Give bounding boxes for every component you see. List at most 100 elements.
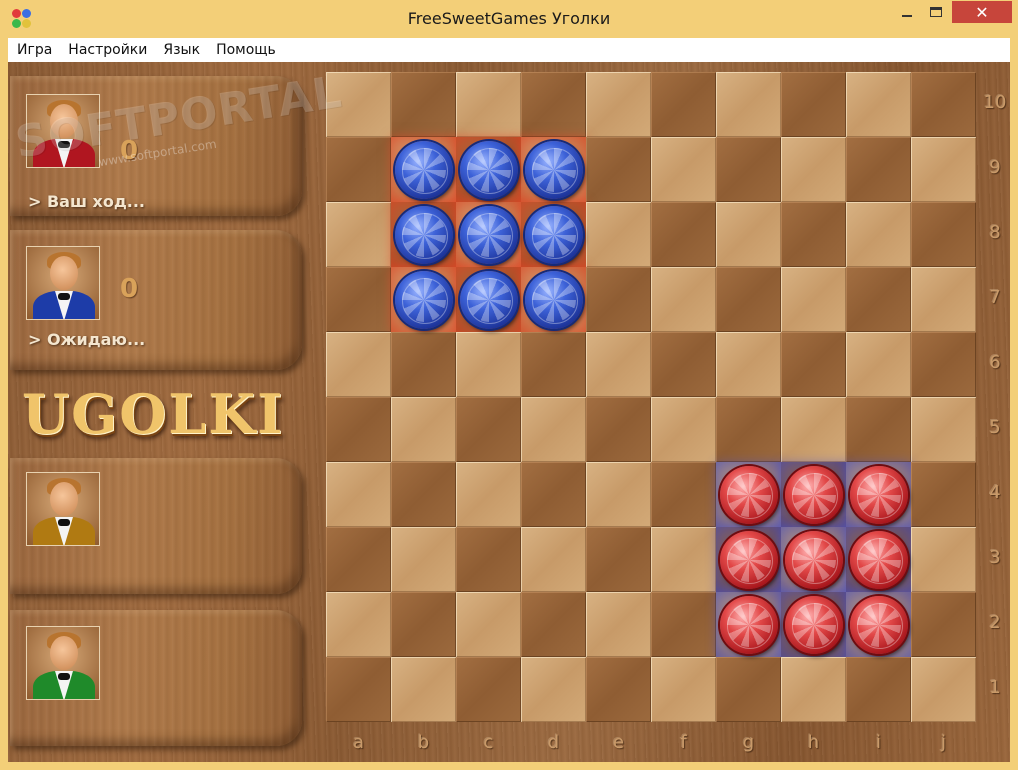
board-cell-h1[interactable] bbox=[781, 657, 846, 722]
blue-piece-b8[interactable] bbox=[394, 205, 453, 264]
menu-settings[interactable]: Настройки bbox=[59, 38, 154, 62]
board-cell-c5[interactable] bbox=[456, 397, 521, 462]
board-cell-e8[interactable] bbox=[586, 202, 651, 267]
board-cell-a9[interactable] bbox=[326, 137, 391, 202]
board-cell-j5[interactable] bbox=[911, 397, 976, 462]
board-cell-d6[interactable] bbox=[521, 332, 586, 397]
board-cell-a5[interactable] bbox=[326, 397, 391, 462]
board-cell-e7[interactable] bbox=[586, 267, 651, 332]
board-cell-e4[interactable] bbox=[586, 462, 651, 527]
board-cell-i5[interactable] bbox=[846, 397, 911, 462]
blue-piece-c7[interactable] bbox=[459, 270, 518, 329]
board-cell-e10[interactable] bbox=[586, 72, 651, 137]
board-cell-j1[interactable] bbox=[911, 657, 976, 722]
maximize-button[interactable] bbox=[922, 1, 950, 23]
board-cell-a8[interactable] bbox=[326, 202, 391, 267]
board-cell-e9[interactable] bbox=[586, 137, 651, 202]
menu-help[interactable]: Помощь bbox=[207, 38, 283, 62]
board-cell-h9[interactable] bbox=[781, 137, 846, 202]
board-cell-c1[interactable] bbox=[456, 657, 521, 722]
board-cell-f2[interactable] bbox=[651, 592, 716, 657]
minimize-button[interactable] bbox=[893, 1, 921, 23]
board-cell-b5[interactable] bbox=[391, 397, 456, 462]
board-cell-j4[interactable] bbox=[911, 462, 976, 527]
menu-language[interactable]: Язык bbox=[154, 38, 207, 62]
board-cell-g6[interactable] bbox=[716, 332, 781, 397]
board-cell-f8[interactable] bbox=[651, 202, 716, 267]
blue-piece-b9[interactable] bbox=[394, 140, 453, 199]
board-cell-f5[interactable] bbox=[651, 397, 716, 462]
board-cell-a4[interactable] bbox=[326, 462, 391, 527]
menu-game[interactable]: Игра bbox=[8, 38, 59, 62]
board-cell-e2[interactable] bbox=[586, 592, 651, 657]
board-cell-f6[interactable] bbox=[651, 332, 716, 397]
board-cell-g10[interactable] bbox=[716, 72, 781, 137]
board-cell-j10[interactable] bbox=[911, 72, 976, 137]
board-cell-c6[interactable] bbox=[456, 332, 521, 397]
board-cell-f4[interactable] bbox=[651, 462, 716, 527]
board-cell-i9[interactable] bbox=[846, 137, 911, 202]
board-cell-e6[interactable] bbox=[586, 332, 651, 397]
red-piece-h4[interactable] bbox=[784, 465, 843, 524]
board-cell-g5[interactable] bbox=[716, 397, 781, 462]
board-cell-f10[interactable] bbox=[651, 72, 716, 137]
red-piece-g4[interactable] bbox=[719, 465, 778, 524]
board-cell-i6[interactable] bbox=[846, 332, 911, 397]
board-cell-j2[interactable] bbox=[911, 592, 976, 657]
blue-piece-c8[interactable] bbox=[459, 205, 518, 264]
blue-piece-d7[interactable] bbox=[524, 270, 583, 329]
board-cell-c3[interactable] bbox=[456, 527, 521, 592]
board-cell-j9[interactable] bbox=[911, 137, 976, 202]
board-cell-c2[interactable] bbox=[456, 592, 521, 657]
board-cell-a3[interactable] bbox=[326, 527, 391, 592]
blue-piece-b7[interactable] bbox=[394, 270, 453, 329]
board-cell-a1[interactable] bbox=[326, 657, 391, 722]
board-cell-g9[interactable] bbox=[716, 137, 781, 202]
red-piece-g3[interactable] bbox=[719, 530, 778, 589]
board-cell-g1[interactable] bbox=[716, 657, 781, 722]
board-cell-b3[interactable] bbox=[391, 527, 456, 592]
board-cell-f9[interactable] bbox=[651, 137, 716, 202]
red-piece-h3[interactable] bbox=[784, 530, 843, 589]
board-cell-a7[interactable] bbox=[326, 267, 391, 332]
board-cell-h8[interactable] bbox=[781, 202, 846, 267]
blue-piece-d8[interactable] bbox=[524, 205, 583, 264]
board-cell-b1[interactable] bbox=[391, 657, 456, 722]
board-cell-i8[interactable] bbox=[846, 202, 911, 267]
board-cell-g7[interactable] bbox=[716, 267, 781, 332]
board-cell-d4[interactable] bbox=[521, 462, 586, 527]
board-cell-i7[interactable] bbox=[846, 267, 911, 332]
red-piece-i4[interactable] bbox=[849, 465, 908, 524]
board-cell-d3[interactable] bbox=[521, 527, 586, 592]
board-cell-h5[interactable] bbox=[781, 397, 846, 462]
blue-piece-c9[interactable] bbox=[459, 140, 518, 199]
board-cell-h7[interactable] bbox=[781, 267, 846, 332]
board-cell-a6[interactable] bbox=[326, 332, 391, 397]
board-cell-h10[interactable] bbox=[781, 72, 846, 137]
board-cell-c4[interactable] bbox=[456, 462, 521, 527]
board-cell-f7[interactable] bbox=[651, 267, 716, 332]
board-cell-j6[interactable] bbox=[911, 332, 976, 397]
board-cell-d1[interactable] bbox=[521, 657, 586, 722]
board-cell-h6[interactable] bbox=[781, 332, 846, 397]
board-cell-b2[interactable] bbox=[391, 592, 456, 657]
red-piece-i2[interactable] bbox=[849, 595, 908, 654]
board-cell-g8[interactable] bbox=[716, 202, 781, 267]
board-cell-b6[interactable] bbox=[391, 332, 456, 397]
board-cell-d5[interactable] bbox=[521, 397, 586, 462]
board-cell-e1[interactable] bbox=[586, 657, 651, 722]
red-piece-g2[interactable] bbox=[719, 595, 778, 654]
board-cell-c10[interactable] bbox=[456, 72, 521, 137]
board-cell-b4[interactable] bbox=[391, 462, 456, 527]
board-cell-e3[interactable] bbox=[586, 527, 651, 592]
board-cell-j3[interactable] bbox=[911, 527, 976, 592]
red-piece-h2[interactable] bbox=[784, 595, 843, 654]
board-cell-f3[interactable] bbox=[651, 527, 716, 592]
board-cell-i10[interactable] bbox=[846, 72, 911, 137]
red-piece-i3[interactable] bbox=[849, 530, 908, 589]
board-cell-i1[interactable] bbox=[846, 657, 911, 722]
board-cell-e5[interactable] bbox=[586, 397, 651, 462]
board-cell-b10[interactable] bbox=[391, 72, 456, 137]
close-button[interactable]: ✕ bbox=[952, 1, 1012, 23]
board-cell-d2[interactable] bbox=[521, 592, 586, 657]
